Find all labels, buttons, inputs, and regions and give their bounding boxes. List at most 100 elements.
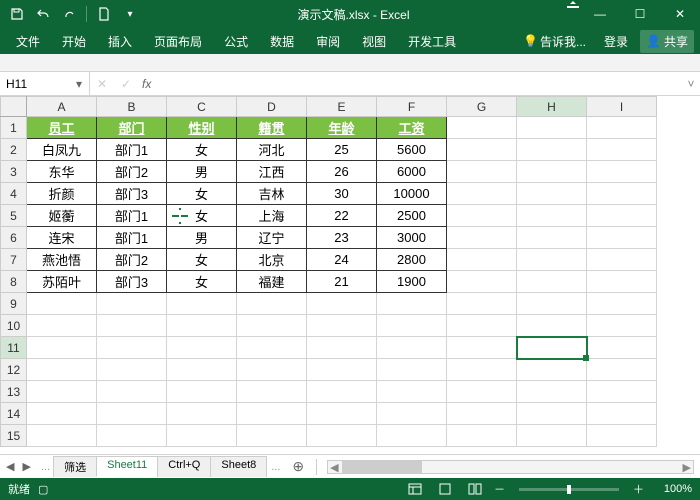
cell-I14[interactable] [587,403,657,425]
cell-B14[interactable] [97,403,167,425]
fx-label[interactable]: fx [138,77,155,91]
cell-H2[interactable] [517,139,587,161]
cell-D7[interactable]: 北京 [237,249,307,271]
cell-A7[interactable]: 燕池悟 [27,249,97,271]
cell-I5[interactable] [587,205,657,227]
cell-E12[interactable] [307,359,377,381]
cell-A8[interactable]: 苏陌叶 [27,271,97,293]
cell-G12[interactable] [447,359,517,381]
cell-I10[interactable] [587,315,657,337]
cell-G13[interactable] [447,381,517,403]
zoom-level[interactable]: 100% [652,483,692,495]
cell-C13[interactable] [167,381,237,403]
cell-H12[interactable] [517,359,587,381]
cell-F6[interactable]: 3000 [377,227,447,249]
cell-B12[interactable] [97,359,167,381]
cell-A1[interactable]: 员工 [27,117,97,139]
cell-A12[interactable] [27,359,97,381]
cell-D5[interactable]: 上海 [237,205,307,227]
cell-B4[interactable]: 部门3 [97,183,167,205]
column-header-B[interactable]: B [97,97,167,117]
cell-A3[interactable]: 东华 [27,161,97,183]
sheet-tab-筛选[interactable]: 筛选 [53,456,97,477]
tab-home[interactable]: 开始 [52,29,96,54]
cell-A2[interactable]: 白凤九 [27,139,97,161]
row-header-9[interactable]: 9 [1,293,27,315]
cell-B13[interactable] [97,381,167,403]
sheet-nav-next-icon[interactable]: ▶ [22,460,30,473]
undo-icon[interactable] [32,3,54,25]
formula-input[interactable] [155,73,682,95]
cell-A15[interactable] [27,425,97,447]
sheet-tab-Sheet11[interactable]: Sheet11 [96,456,158,477]
row-header-8[interactable]: 8 [1,271,27,293]
cell-E11[interactable] [307,337,377,359]
cell-B15[interactable] [97,425,167,447]
cell-A10[interactable] [27,315,97,337]
cell-A6[interactable]: 连宋 [27,227,97,249]
cell-G4[interactable] [447,183,517,205]
select-all-corner[interactable] [1,97,27,117]
cell-E2[interactable]: 25 [307,139,377,161]
cell-C4[interactable]: 女 [167,183,237,205]
cell-H5[interactable] [517,205,587,227]
cell-B5[interactable]: 部门1 [97,205,167,227]
tab-layout[interactable]: 页面布局 [144,29,212,54]
cell-C12[interactable] [167,359,237,381]
zoom-out-button[interactable]: － [494,481,505,497]
tab-file[interactable]: 文件 [6,29,50,54]
row-header-10[interactable]: 10 [1,315,27,337]
column-header-G[interactable]: G [447,97,517,117]
column-header-A[interactable]: A [27,97,97,117]
close-button[interactable]: ✕ [660,0,700,28]
row-header-15[interactable]: 15 [1,425,27,447]
row-header-11[interactable]: 11 [1,337,27,359]
save-icon[interactable] [6,3,28,25]
cell-H4[interactable] [517,183,587,205]
cancel-formula-icon[interactable]: ✕ [90,77,114,91]
cell-G6[interactable] [447,227,517,249]
row-header-7[interactable]: 7 [1,249,27,271]
sheet-more-left[interactable]: ... [37,461,54,473]
sheet-nav-prev-icon[interactable]: ◀ [6,460,14,473]
row-header-13[interactable]: 13 [1,381,27,403]
cell-D3[interactable]: 江西 [237,161,307,183]
cell-H1[interactable] [517,117,587,139]
cell-F15[interactable] [377,425,447,447]
cell-I1[interactable] [587,117,657,139]
cell-F5[interactable]: 2500 [377,205,447,227]
view-normal-icon[interactable] [404,480,426,498]
cell-C1[interactable]: 性别 [167,117,237,139]
row-header-14[interactable]: 14 [1,403,27,425]
name-box-dropdown-icon[interactable]: ▾ [70,77,88,91]
cell-G8[interactable] [447,271,517,293]
tab-formulas[interactable]: 公式 [214,29,258,54]
cell-B7[interactable]: 部门2 [97,249,167,271]
macro-record-icon[interactable]: ▢ [38,483,48,496]
view-page-layout-icon[interactable] [434,480,456,498]
cell-A14[interactable] [27,403,97,425]
cell-G5[interactable] [447,205,517,227]
cell-I6[interactable] [587,227,657,249]
cell-E1[interactable]: 年龄 [307,117,377,139]
new-icon[interactable] [93,3,115,25]
cell-H7[interactable] [517,249,587,271]
cell-G2[interactable] [447,139,517,161]
cell-H10[interactable] [517,315,587,337]
cell-D10[interactable] [237,315,307,337]
enter-formula-icon[interactable]: ✓ [114,77,138,91]
row-header-6[interactable]: 6 [1,227,27,249]
sheet-tab-Ctrl+Q[interactable]: Ctrl+Q [157,456,211,477]
column-header-H[interactable]: H [517,97,587,117]
cell-D8[interactable]: 福建 [237,271,307,293]
cell-F13[interactable] [377,381,447,403]
column-header-F[interactable]: F [377,97,447,117]
worksheet-grid[interactable]: ABCDEFGHI1员工部门性别籍贯年龄工资2白凤九部门1女河北2556003东… [0,96,700,454]
cell-F11[interactable] [377,337,447,359]
cell-C14[interactable] [167,403,237,425]
cell-I11[interactable] [587,337,657,359]
add-sheet-button[interactable]: ⊕ [284,458,312,475]
cell-B3[interactable]: 部门2 [97,161,167,183]
cell-A11[interactable] [27,337,97,359]
cell-G1[interactable] [447,117,517,139]
